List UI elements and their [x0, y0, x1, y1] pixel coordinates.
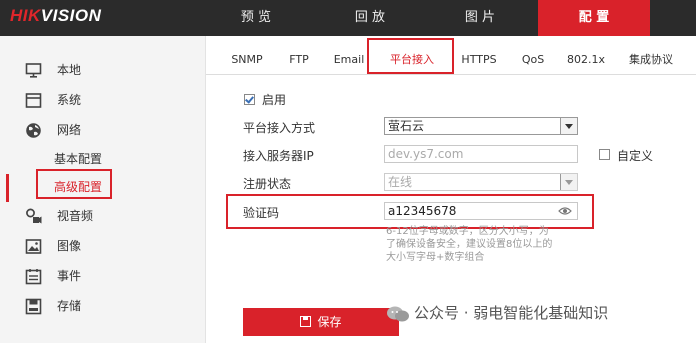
nav-tab-preview[interactable]: 预 览 — [206, 0, 306, 36]
sidebar-item-label: 系统 — [57, 93, 82, 107]
sidebar-item-system[interactable]: 系统 — [0, 86, 205, 114]
tab-ftp[interactable]: FTP — [282, 36, 316, 74]
verify-code-label: 验证码 — [243, 206, 280, 220]
verify-code-hint-line-1: 6-12位字母或数字，区分大小写，为 — [386, 226, 549, 237]
sidebar-item-label: 网络 — [57, 123, 82, 137]
verify-code-field[interactable]: a12345678 — [384, 202, 578, 220]
sidebar-item-label: 事件 — [57, 269, 82, 283]
logo-text-hik: HIK — [10, 6, 41, 25]
top-navigation-bar: HIKVISION 预 览 回 放 图 片 配 置 — [0, 0, 696, 36]
chevron-down-icon[interactable] — [560, 118, 577, 134]
register-status-select: 在线 — [384, 173, 578, 191]
sidebar-item-label: 存储 — [57, 299, 82, 313]
storage-icon — [25, 298, 42, 315]
globe-icon — [26, 123, 41, 138]
highlight-box-advanced-config — [36, 169, 112, 199]
nav-tab-playback[interactable]: 回 放 — [320, 0, 420, 36]
video-audio-icon — [26, 208, 42, 224]
event-icon — [25, 269, 42, 285]
sidebar-item-storage[interactable]: 存储 — [0, 292, 205, 320]
monitor-icon — [25, 63, 42, 78]
access-mode-label: 平台接入方式 — [243, 121, 316, 135]
tab-integrated-protocol[interactable]: 集成协议 — [623, 36, 679, 74]
access-mode-select[interactable]: 萤石云 — [384, 117, 578, 135]
enable-checkbox[interactable] — [244, 94, 255, 105]
save-icon — [300, 316, 312, 327]
watermark-text: 公众号 · 弱电智能化基础知识 — [414, 304, 609, 322]
tab-email[interactable]: Email — [330, 36, 368, 74]
register-status-value: 在线 — [388, 175, 413, 189]
save-button-label: 保存 — [317, 315, 342, 329]
register-status-label: 注册状态 — [243, 177, 292, 191]
enable-label: 启用 — [262, 93, 287, 107]
custom-label: 自定义 — [617, 149, 654, 163]
system-icon — [25, 93, 42, 108]
eye-icon[interactable] — [558, 206, 572, 216]
server-ip-field[interactable]: dev.ys7.com — [384, 145, 578, 163]
sidebar-item-event[interactable]: 事件 — [0, 262, 205, 290]
server-ip-label: 接入服务器IP — [243, 149, 314, 163]
sidebar-item-label: 视音频 — [57, 209, 94, 223]
verify-code-hint-line-2: 了确保设备安全，建议设置8位以上的 — [386, 239, 553, 250]
active-indicator — [6, 174, 9, 202]
custom-checkbox[interactable] — [599, 149, 610, 160]
access-mode-value: 萤石云 — [388, 119, 425, 133]
tab-8021x[interactable]: 802.1x — [563, 36, 609, 74]
wechat-icon — [387, 306, 409, 322]
tab-snmp[interactable]: SNMP — [226, 36, 268, 74]
nav-tab-configuration[interactable]: 配 置 — [538, 0, 650, 36]
save-button[interactable]: 保存 — [243, 308, 399, 336]
nav-tab-picture[interactable]: 图 片 — [430, 0, 530, 36]
logo-text-vision: VISION — [40, 6, 102, 25]
highlight-box-platform-access — [367, 38, 454, 74]
sidebar-item-label: 图像 — [57, 239, 82, 253]
sidebar-item-label: 本地 — [57, 63, 82, 77]
tab-qos[interactable]: QoS — [515, 36, 551, 74]
sidebar-item-local[interactable]: 本地 — [0, 56, 205, 84]
hikvision-logo: HIKVISION — [10, 6, 101, 26]
image-icon — [25, 239, 42, 254]
sidebar-item-network[interactable]: 网络 — [0, 116, 205, 144]
sidebar-item-image[interactable]: 图像 — [0, 232, 205, 260]
tab-https[interactable]: HTTPS — [456, 36, 502, 74]
verify-code-hint-line-3: 大小写字母+数字组合 — [386, 252, 485, 263]
chevron-down-icon — [560, 174, 577, 190]
verify-code-value: a12345678 — [388, 204, 457, 218]
sidebar-item-video-audio[interactable]: 视音频 — [0, 202, 205, 230]
